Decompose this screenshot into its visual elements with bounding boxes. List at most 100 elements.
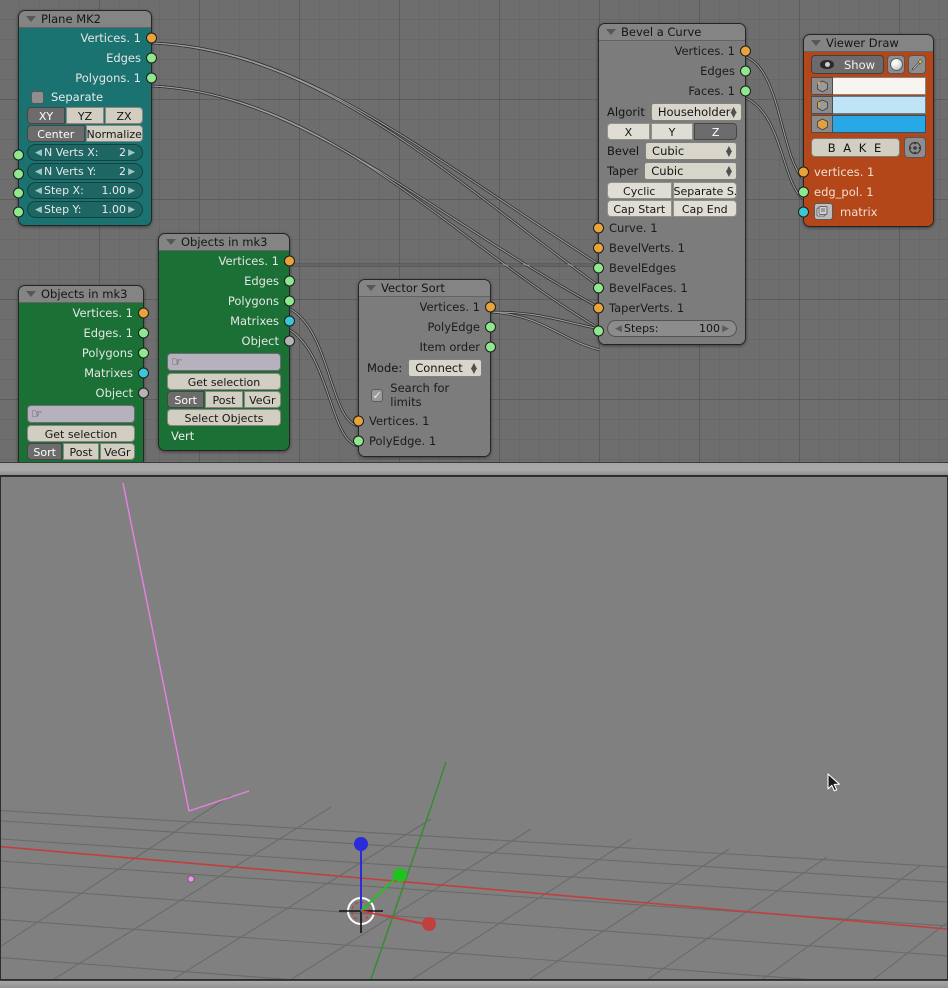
socket-curve-icon[interactable] bbox=[593, 222, 604, 234]
socket-item-order-icon[interactable] bbox=[485, 341, 496, 353]
node-editor-area[interactable]: Plane MK2 Vertices. 1 Edges Polygons. 1 … bbox=[0, 0, 948, 462]
decrement-arrow-icon[interactable]: ◀ bbox=[35, 167, 42, 177]
button-post[interactable]: Post bbox=[63, 443, 99, 460]
field-n-verts-x[interactable]: ◀ N Verts X: 2 ▶ bbox=[27, 144, 143, 161]
eyedropper-button[interactable] bbox=[908, 55, 926, 74]
object-name-input[interactable]: ☞ bbox=[167, 353, 281, 371]
chevron-updown-icon[interactable]: ▲ ▼ bbox=[471, 362, 477, 375]
socket-polygons-icon[interactable] bbox=[138, 347, 149, 359]
node-header-vector-sort[interactable]: Vector Sort bbox=[359, 280, 490, 297]
button-cyclic[interactable]: Cyclic bbox=[607, 182, 672, 199]
input-socket-row[interactable]: vertices. 1 bbox=[798, 162, 933, 182]
bevel-dropdown[interactable]: Cubic ▲ ▼ bbox=[645, 142, 737, 160]
socket-edges-icon[interactable] bbox=[740, 65, 751, 77]
face-color-swatch[interactable] bbox=[833, 115, 926, 133]
button-yz[interactable]: YZ bbox=[66, 107, 104, 124]
button-zx[interactable]: ZX bbox=[105, 107, 143, 124]
output-socket-row[interactable]: Vertices. 1 bbox=[19, 28, 157, 48]
3d-viewport[interactable] bbox=[0, 476, 948, 980]
node-header-objects-in-mk3-right[interactable]: Objects in mk3 bbox=[159, 234, 289, 251]
socket-polyedge-icon[interactable] bbox=[485, 321, 496, 333]
show-button[interactable]: Show bbox=[811, 55, 885, 74]
output-socket-row[interactable]: Polygons bbox=[159, 291, 295, 311]
socket-vertices-icon[interactable] bbox=[353, 415, 364, 427]
input-socket-row[interactable]: TaperVerts. 1 bbox=[593, 298, 745, 318]
get-selection-row[interactable]: Get selection bbox=[27, 425, 135, 442]
node-objects-in-mk3-left[interactable]: Objects in mk3 Vertices. 1 Edges. 1 Poly… bbox=[18, 285, 149, 462]
edge-color-swatch[interactable] bbox=[833, 96, 926, 114]
input-socket-row[interactable]: BevelEdges bbox=[593, 258, 745, 278]
socket-beveledges-icon[interactable] bbox=[593, 262, 604, 274]
algorithm-dropdown[interactable]: Householder ▲ ▼ bbox=[650, 103, 742, 121]
increment-arrow-icon[interactable]: ▶ bbox=[722, 324, 729, 334]
field-step-x[interactable]: ◀ Step X: 1.00 ▶ bbox=[27, 182, 143, 199]
axis-buttons[interactable]: X Y Z bbox=[607, 123, 738, 140]
output-socket-row[interactable]: Vertices. 1 bbox=[599, 41, 751, 61]
increment-arrow-icon[interactable]: ▶ bbox=[128, 148, 135, 158]
collapse-triangle-icon[interactable] bbox=[366, 285, 376, 291]
get-selection-button[interactable]: Get selection bbox=[27, 425, 135, 442]
output-socket-row[interactable]: Matrixes bbox=[159, 311, 295, 331]
socket-vertices-icon[interactable] bbox=[146, 32, 157, 44]
editor-split-divider[interactable] bbox=[0, 462, 948, 476]
search-for-limits-checkbox[interactable]: ✓ Search for limits bbox=[359, 379, 490, 411]
socket-object-icon[interactable] bbox=[138, 387, 149, 399]
socket-stepy-icon[interactable] bbox=[13, 206, 24, 218]
socket-edges-icon[interactable] bbox=[146, 52, 157, 64]
button-sort[interactable]: Sort bbox=[167, 391, 205, 408]
socket-object-icon[interactable] bbox=[284, 335, 295, 347]
collapse-triangle-icon[interactable] bbox=[606, 29, 616, 35]
chevron-updown-icon[interactable]: ▲ ▼ bbox=[726, 145, 732, 158]
input-socket-row[interactable]: BevelVerts. 1 bbox=[593, 238, 745, 258]
button-post[interactable]: Post bbox=[205, 391, 243, 408]
button-vegr[interactable]: VeGr bbox=[243, 391, 281, 408]
socket-polygons-icon[interactable] bbox=[284, 295, 295, 307]
input-socket-row[interactable]: BevelFaces. 1 bbox=[593, 278, 745, 298]
button-axis-y[interactable]: Y bbox=[650, 123, 694, 140]
node-vector-sort[interactable]: Vector Sort Vertices. 1 PolyEdge Item or… bbox=[353, 279, 496, 457]
taper-dropdown-row[interactable]: Taper Cubic ▲ ▼ bbox=[607, 162, 737, 180]
shade-toggle-button[interactable] bbox=[887, 55, 906, 74]
output-socket-row[interactable]: Polygons. 1 bbox=[19, 68, 157, 88]
output-socket-row[interactable]: Polygons bbox=[19, 343, 149, 363]
increment-arrow-icon[interactable]: ▶ bbox=[128, 186, 135, 196]
decrement-arrow-icon[interactable]: ◀ bbox=[35, 148, 42, 158]
field-steps[interactable]: ◀ Steps: 100 ▶ bbox=[607, 320, 737, 337]
get-selection-row[interactable]: Get selection bbox=[167, 373, 281, 390]
bake-button[interactable]: B A K E bbox=[811, 138, 900, 157]
checkbox-icon[interactable]: ✓ bbox=[371, 388, 384, 402]
node-viewer-draw[interactable]: Viewer Draw Show B A K E vertices. 1 edg… bbox=[798, 34, 934, 227]
socket-vertices-icon[interactable] bbox=[740, 45, 751, 57]
button-axis-x[interactable]: X bbox=[607, 123, 650, 140]
socket-vertices-icon[interactable] bbox=[138, 307, 149, 319]
socket-bevelfaces-icon[interactable] bbox=[593, 282, 604, 294]
socket-nvertsx-icon[interactable] bbox=[13, 149, 24, 161]
output-socket-row[interactable]: Edges. 1 bbox=[19, 323, 149, 343]
socket-taperverts-icon[interactable] bbox=[593, 302, 604, 314]
increment-arrow-icon[interactable]: ▶ bbox=[128, 205, 135, 215]
node-header-viewer-draw[interactable]: Viewer Draw bbox=[804, 35, 933, 52]
button-vegr[interactable]: VeGr bbox=[99, 443, 135, 460]
node-header-objects-in-mk3-left[interactable]: Objects in mk3 bbox=[19, 286, 143, 303]
socket-edg-pol-icon[interactable] bbox=[798, 186, 809, 198]
output-socket-row[interactable]: Faces. 1 bbox=[599, 81, 751, 101]
output-socket-row[interactable]: Edges bbox=[19, 48, 157, 68]
collapse-triangle-icon[interactable] bbox=[26, 291, 36, 297]
decrement-arrow-icon[interactable]: ◀ bbox=[615, 324, 622, 334]
collapse-triangle-icon[interactable] bbox=[811, 40, 821, 46]
plane-axis-buttons[interactable]: XY YZ ZX bbox=[27, 107, 143, 124]
output-socket-row[interactable]: Vertices. 1 bbox=[19, 303, 149, 323]
input-socket-row[interactable]: Vertices. 1 bbox=[353, 411, 490, 431]
output-socket-row[interactable]: Matrixes bbox=[19, 363, 149, 383]
socket-matrixes-icon[interactable] bbox=[284, 315, 295, 327]
socket-vertices-icon[interactable] bbox=[485, 301, 496, 313]
socket-bevelverts-icon[interactable] bbox=[593, 242, 604, 254]
decrement-arrow-icon[interactable]: ◀ bbox=[35, 186, 42, 196]
button-cap-end[interactable]: Cap End bbox=[672, 200, 737, 217]
button-normalize[interactable]: Normalize bbox=[85, 125, 143, 142]
show-row[interactable]: Show bbox=[811, 55, 926, 74]
collapse-triangle-icon[interactable] bbox=[166, 239, 176, 245]
button-center[interactable]: Center bbox=[27, 125, 85, 142]
output-socket-row[interactable]: Edges bbox=[159, 271, 295, 291]
chevron-updown-icon[interactable]: ▲ ▼ bbox=[731, 106, 737, 119]
